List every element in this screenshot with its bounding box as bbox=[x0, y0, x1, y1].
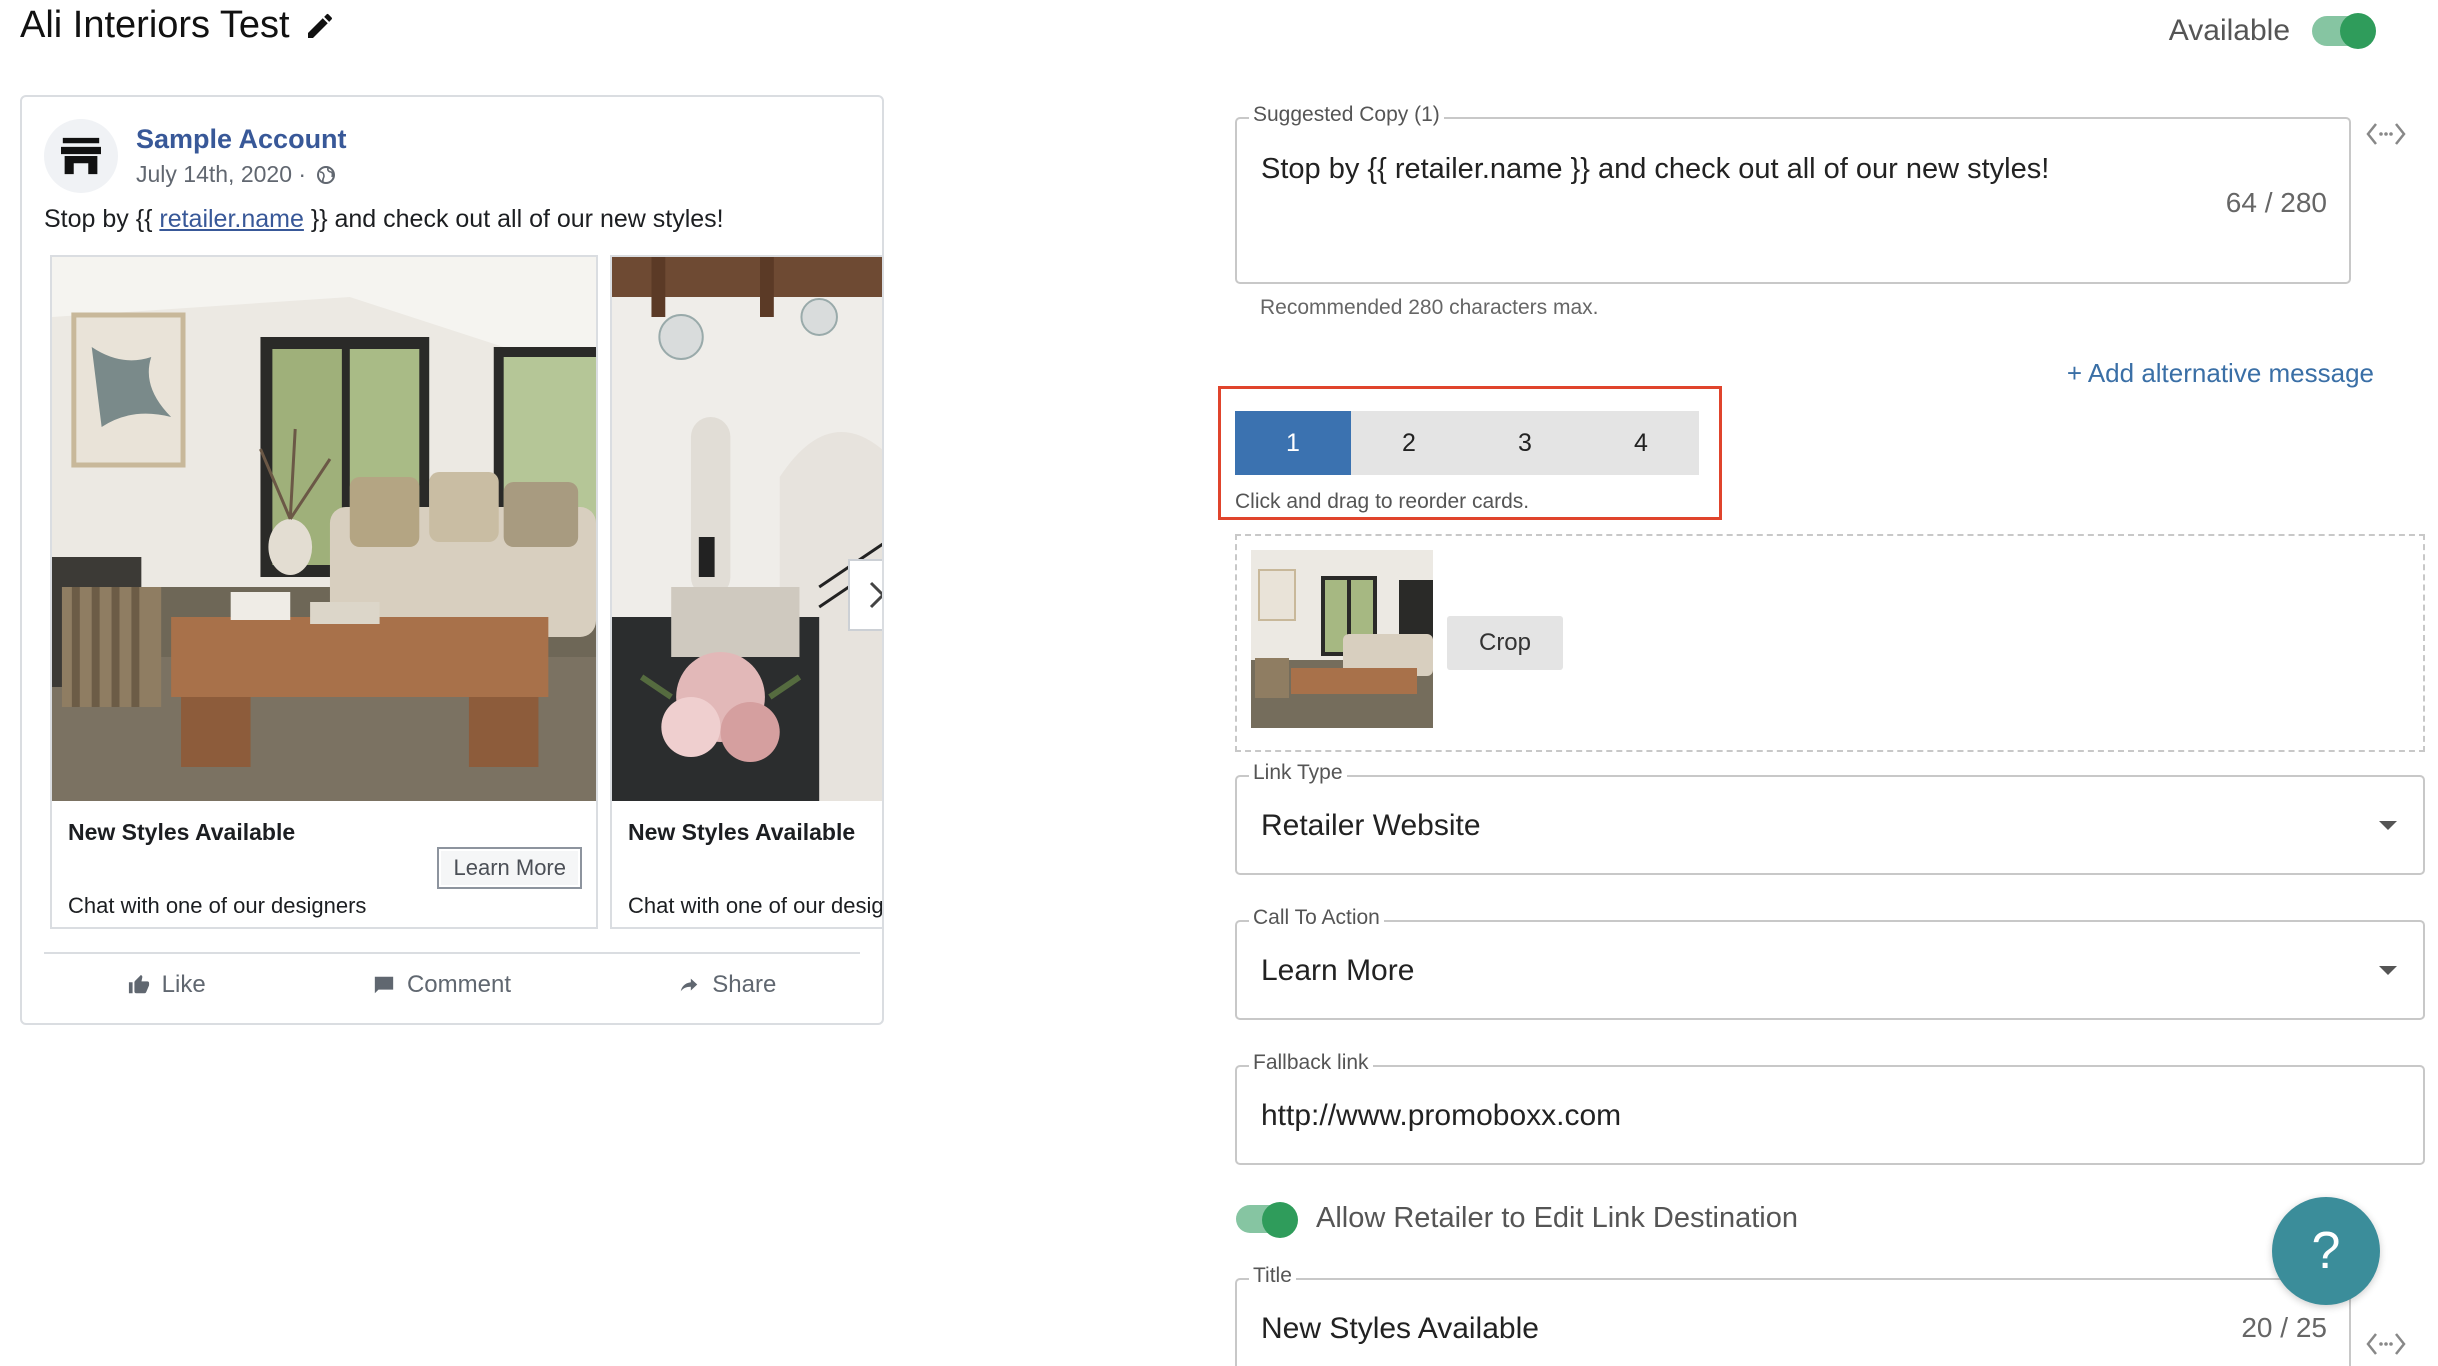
living-room-image bbox=[52, 257, 596, 801]
call-to-action-value: Learn More bbox=[1261, 954, 1415, 987]
post-date: July 14th, 2020 · bbox=[136, 161, 307, 187]
available-toggle[interactable] bbox=[2312, 13, 2376, 49]
post-preview: Sample Account July 14th, 2020 · Stop by… bbox=[20, 95, 884, 1025]
crop-button[interactable]: Crop bbox=[1447, 616, 1563, 670]
card-image-thumbnail bbox=[1251, 550, 1433, 728]
account-name[interactable]: Sample Account bbox=[136, 124, 347, 155]
card-footer: New Styles Available Learn More Chat wit… bbox=[52, 801, 596, 927]
toggle-knob bbox=[1262, 1201, 1298, 1238]
suggested-copy-input[interactable]: Stop by {{ retailer.name }} and check ou… bbox=[1261, 153, 2049, 186]
share-label: Share bbox=[712, 971, 777, 998]
allow-edit-row: Allow Retailer to Edit Link Destination bbox=[1236, 1201, 1798, 1238]
title-field[interactable]: Title New Styles Available 20 / 25 bbox=[1235, 1264, 2351, 1366]
fallback-link-field[interactable]: Fallback link http://www.promoboxx.com bbox=[1235, 1051, 2425, 1165]
share-arrow-icon bbox=[681, 978, 698, 992]
suggested-copy-counter: 64 / 280 bbox=[2225, 187, 2327, 218]
availability: Available bbox=[2168, 13, 2376, 49]
title-counter: 20 / 25 bbox=[2241, 1312, 2327, 1343]
card-tab-4[interactable]: 4 bbox=[1583, 411, 1699, 475]
title-input[interactable]: New Styles Available bbox=[1261, 1312, 1539, 1346]
help-button[interactable]: ? bbox=[2272, 1197, 2380, 1305]
post-text: Stop by {{ retailer.name }} and check ou… bbox=[44, 205, 724, 234]
toggle-knob bbox=[2340, 13, 2376, 49]
card-footer: New Styles Available Chat with one of ou… bbox=[612, 801, 884, 927]
call-to-action-select[interactable]: Call To Action Learn More bbox=[1235, 906, 2425, 1020]
card-tabs: 1 2 3 4 bbox=[1235, 411, 1699, 475]
card-tab-3[interactable]: 3 bbox=[1467, 411, 1583, 475]
card-description: Chat with one of our designers bbox=[628, 893, 884, 918]
suggested-copy-label: Suggested Copy (1) bbox=[1249, 103, 1444, 127]
chevron-down-icon bbox=[2379, 966, 2397, 975]
like-label: Like bbox=[161, 971, 206, 998]
share-action[interactable]: Share bbox=[678, 971, 776, 999]
carousel: New Styles Available Learn More Chat wit… bbox=[50, 255, 884, 929]
link-type-label: Link Type bbox=[1249, 761, 1347, 785]
post-actions: Like Comment Share bbox=[44, 971, 860, 999]
learn-more-button[interactable]: Learn More bbox=[437, 847, 582, 889]
carousel-next-button[interactable] bbox=[848, 559, 882, 631]
allow-edit-toggle[interactable] bbox=[1236, 1201, 1298, 1238]
title-label: Title bbox=[1249, 1264, 1296, 1288]
fallback-link-input[interactable]: http://www.promoboxx.com bbox=[1261, 1099, 1621, 1133]
post-header: Sample Account July 14th, 2020 · bbox=[44, 119, 347, 193]
carousel-card[interactable]: New Styles Available Chat with one of ou… bbox=[610, 255, 884, 929]
add-alternative-message-link[interactable]: + Add alternative message bbox=[2067, 358, 2374, 389]
card-tab-2[interactable]: 2 bbox=[1351, 411, 1467, 475]
post-meta: July 14th, 2020 · bbox=[136, 161, 347, 188]
retailer-name-link[interactable]: retailer.name bbox=[159, 205, 304, 233]
carousel-card[interactable]: New Styles Available Learn More Chat wit… bbox=[50, 255, 598, 929]
media-dropzone[interactable]: Crop bbox=[1235, 534, 2425, 752]
swap-icon[interactable] bbox=[2366, 120, 2406, 148]
post-text-suffix: }} and check out all of our new styles! bbox=[303, 205, 724, 233]
chevron-down-icon bbox=[2379, 821, 2397, 830]
available-label: Available bbox=[2168, 14, 2290, 47]
card-description: Chat with one of our designers bbox=[68, 893, 367, 918]
globe-icon bbox=[317, 165, 336, 184]
fallback-link-label: Fallback link bbox=[1249, 1051, 1373, 1075]
pencil-icon[interactable] bbox=[304, 10, 336, 42]
card-reorder-panel: 1 2 3 4 Click and drag to reorder cards. bbox=[1218, 386, 1722, 520]
allow-edit-label: Allow Retailer to Edit Link Destination bbox=[1316, 1202, 1798, 1234]
comment-label: Comment bbox=[406, 971, 511, 998]
link-type-select[interactable]: Link Type Retailer Website bbox=[1235, 761, 2425, 875]
call-to-action-label: Call To Action bbox=[1249, 906, 1384, 930]
reorder-hint: Click and drag to reorder cards. bbox=[1235, 490, 1530, 513]
card-tab-1[interactable]: 1 bbox=[1235, 411, 1351, 475]
page-title-text: Ali Interiors Test bbox=[20, 4, 290, 46]
link-type-value: Retailer Website bbox=[1261, 809, 1481, 842]
suggested-copy-field[interactable]: Suggested Copy (1) Stop by {{ retailer.n… bbox=[1235, 103, 2351, 284]
swap-icon[interactable] bbox=[2366, 1330, 2406, 1358]
divider bbox=[44, 952, 860, 954]
suggested-copy-hint: Recommended 280 characters max. bbox=[1260, 296, 1599, 319]
like-action[interactable]: Like bbox=[128, 971, 206, 999]
thumbs-up-icon bbox=[128, 974, 149, 994]
page-title: Ali Interiors Test bbox=[20, 4, 336, 47]
card-title: New Styles Available bbox=[68, 819, 296, 845]
hallway-image bbox=[612, 257, 882, 801]
post-text-prefix: Stop by {{ bbox=[44, 205, 160, 233]
chevron-right-icon bbox=[869, 581, 882, 609]
account-avatar bbox=[44, 119, 118, 193]
comment-icon bbox=[374, 976, 394, 994]
comment-action[interactable]: Comment bbox=[373, 971, 511, 999]
store-icon bbox=[61, 137, 101, 175]
card-title: New Styles Available bbox=[628, 819, 856, 845]
